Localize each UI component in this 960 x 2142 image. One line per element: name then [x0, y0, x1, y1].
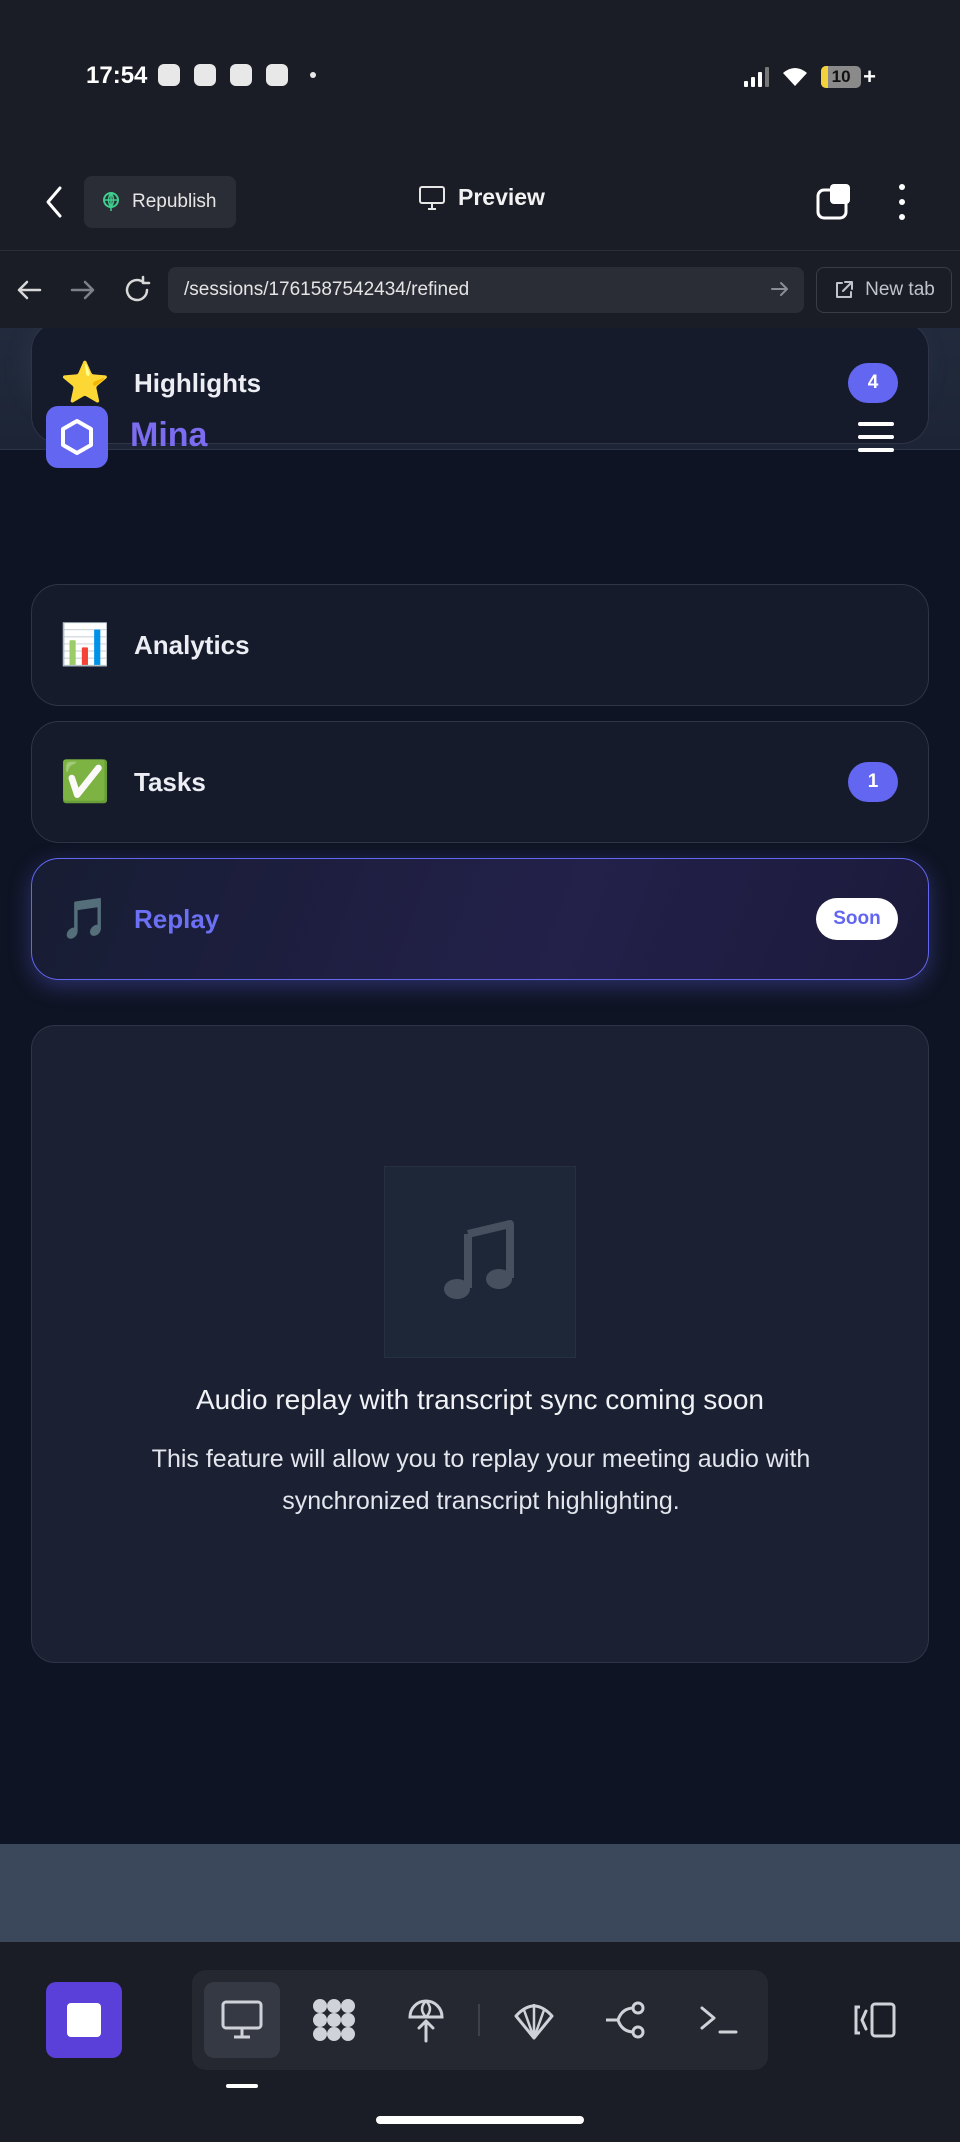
count-badge: 4 [848, 363, 898, 403]
menu-icon[interactable] [858, 422, 894, 452]
replay-description: This feature will allow you to replay yo… [151, 1445, 811, 1515]
arrow-right-icon [70, 280, 95, 300]
reload-button[interactable] [120, 273, 154, 307]
browser-back-button[interactable] [12, 273, 46, 307]
reload-icon [125, 275, 151, 302]
dots-grid-icon [313, 1999, 355, 2041]
new-tab-label: New tab [865, 279, 935, 300]
replay-title: Audio replay with transcript sync coming… [195, 1384, 765, 1415]
preview-label: Preview [458, 184, 545, 210]
republish-label: Republish [132, 191, 217, 212]
nav-card-label: Highlights [134, 367, 262, 398]
branch-tool-button[interactable] [588, 1982, 664, 2058]
tool-divider [478, 2004, 480, 2036]
shell-icon [514, 2004, 554, 2040]
nav-card-label: Replay [134, 903, 220, 934]
snapchat-icon [158, 64, 180, 86]
preview-toggle[interactable]: Preview [418, 184, 545, 211]
gallery-icon [230, 64, 252, 86]
replay-panel: Audio replay with transcript sync coming… [31, 1025, 929, 1663]
music-placeholder [384, 1166, 576, 1358]
external-link-icon [836, 281, 854, 298]
monitor-icon [419, 185, 445, 210]
more-options-icon[interactable] [890, 182, 914, 222]
signal-icon [744, 67, 770, 87]
battery-icon: 10 + [821, 64, 876, 90]
stop-icon [67, 2003, 101, 2037]
arrow-left-icon [17, 280, 42, 300]
home-indicator[interactable] [376, 2116, 584, 2124]
browser-forward-button[interactable] [66, 273, 100, 307]
music-note-icon [444, 1220, 514, 1299]
tabs-icon[interactable] [816, 182, 854, 222]
globe-upload-icon [103, 192, 119, 211]
app-header: Republish Preview [0, 120, 960, 250]
battery-level: 10 [831, 67, 851, 86]
terminal-icon [700, 2006, 738, 2034]
new-tab-button[interactable]: New tab [816, 267, 952, 313]
music-note-icon: 🎵 [60, 897, 110, 941]
nav-card-label: Tasks [134, 766, 206, 797]
site-logo[interactable] [46, 406, 108, 468]
url-field[interactable]: /sessions/1761587542434/refined [168, 267, 804, 313]
monitor-icon [221, 2000, 263, 2039]
nav-card-replay[interactable]: 🎵 Replay Soon [31, 858, 929, 980]
nav-card-tasks[interactable]: ✅ Tasks 1 [31, 721, 929, 843]
nav-card-analytics[interactable]: 📊 Analytics [31, 584, 929, 706]
browser-url-bar: /sessions/1761587542434/refined New tab [0, 250, 960, 328]
url-text: /sessions/1761587542434/refined [184, 279, 470, 300]
grid-tool-button[interactable] [296, 1982, 372, 2058]
globe-upload-icon [408, 1999, 444, 2043]
hexagon-icon [61, 419, 93, 455]
git-branch-icon [606, 2001, 645, 2039]
sidebar-panel-icon [854, 2002, 896, 2038]
bottom-toolbar [0, 1942, 960, 2142]
panel-toggle-button[interactable] [848, 1994, 902, 2046]
status-bar: 17:54 10 + [0, 0, 960, 120]
stop-button[interactable] [46, 1982, 122, 2058]
star-icon: ⭐ [60, 361, 110, 405]
shell-tool-button[interactable] [496, 1982, 572, 2058]
site-brand: Mina [130, 416, 208, 454]
nav-card-label: Analytics [134, 629, 250, 660]
selected-tab-indicator [226, 2084, 258, 2088]
notification-icons [158, 64, 316, 86]
preview-tool-button[interactable] [204, 1982, 280, 2058]
dot-icon [310, 72, 316, 78]
chevron-left-icon [46, 186, 62, 218]
site-footer-bar [0, 1844, 960, 1942]
check-mark-icon: ✅ [60, 760, 110, 804]
soon-tag: Soon [816, 898, 898, 940]
battery-saver-icon [266, 64, 288, 86]
publish-tool-button[interactable] [388, 1982, 464, 2058]
count-badge: 1 [848, 762, 898, 802]
tool-group [192, 1970, 768, 2070]
status-time: 17:54 [86, 62, 148, 89]
back-button[interactable] [36, 180, 72, 224]
republish-button[interactable]: Republish [84, 176, 236, 228]
terminal-tool-button[interactable] [680, 1982, 756, 2058]
wifi-icon [783, 68, 808, 86]
go-arrow-icon[interactable] [770, 280, 790, 298]
bar-chart-icon: 📊 [60, 623, 110, 667]
messenger-icon [194, 64, 216, 86]
